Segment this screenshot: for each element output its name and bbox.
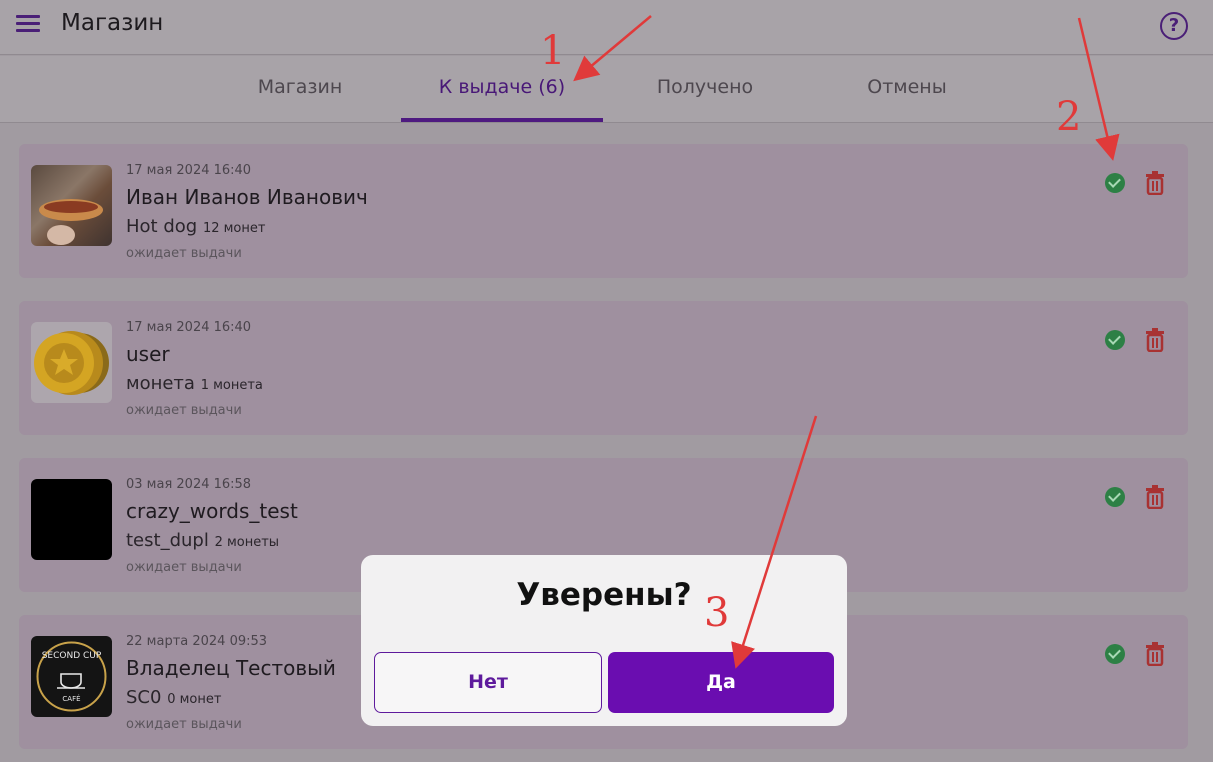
order-date: 22 марта 2024 09:53 — [126, 634, 268, 649]
confirm-check-icon[interactable] — [1105, 173, 1125, 193]
hamburger-menu-icon[interactable] — [16, 15, 40, 35]
product-price: 12 монет — [202, 221, 266, 236]
customer-name: Иван Иванов Иванович — [126, 185, 368, 209]
customer-name: Владелец Тестовый — [126, 656, 336, 680]
cancel-button[interactable]: Нет — [374, 652, 602, 713]
second-cup-logo: SECOND CUP CAFÉ — [31, 636, 112, 717]
product-price: 1 монета — [200, 378, 263, 393]
product-name: SC0 — [126, 687, 162, 708]
order-status: ожидает выдачи — [126, 717, 242, 732]
dialog-title: Уверены? — [516, 577, 692, 613]
customer-name: user — [126, 342, 170, 366]
product-name: монета — [126, 373, 195, 394]
annotation-number-2: 2 — [1056, 94, 1082, 140]
confirm-check-icon[interactable] — [1105, 487, 1125, 507]
page-title: Магазин — [61, 10, 164, 36]
order-status: ожидает выдачи — [126, 246, 242, 261]
active-tab-indicator — [401, 118, 603, 122]
order-status: ожидает выдачи — [126, 403, 242, 418]
order-card: 17 мая 2024 16:40 Иван Иванов Иванович H… — [19, 144, 1188, 278]
product-name: Hot dog — [126, 216, 198, 237]
tab-bar: Магазин К выдаче (6) Получено Отмены — [0, 56, 1213, 123]
confirm-dialog: Уверены? Нет Да — [361, 555, 847, 726]
product-line: SC0 0 монет — [126, 687, 221, 708]
product-name: test_dupl — [126, 530, 209, 551]
order-date: 03 мая 2024 16:58 — [126, 477, 252, 492]
confirm-button[interactable]: Да — [608, 652, 834, 713]
question-circle-icon[interactable]: ? — [1160, 12, 1188, 40]
confirm-check-icon[interactable] — [1105, 330, 1125, 350]
top-app-bar: Магазин ? — [0, 0, 1213, 55]
trash-icon[interactable] — [1145, 328, 1165, 353]
tab-cancelled[interactable]: Отмены — [850, 76, 964, 98]
order-status: ожидает выдачи — [126, 560, 242, 575]
order-card: 17 мая 2024 16:40 user монета 1 монета о… — [19, 301, 1188, 435]
product-image-hot-dog — [31, 165, 112, 246]
tab-to-issue[interactable]: К выдаче (6) — [401, 76, 603, 98]
confirm-check-icon[interactable] — [1105, 644, 1125, 664]
product-price: 0 монет — [167, 692, 222, 707]
trash-icon[interactable] — [1145, 171, 1165, 196]
trash-icon[interactable] — [1145, 642, 1165, 667]
trash-icon[interactable] — [1145, 485, 1165, 510]
product-line: test_dupl 2 монеты — [126, 530, 279, 551]
customer-name: crazy_words_test — [126, 499, 298, 523]
product-line: монета 1 монета — [126, 373, 263, 394]
product-image-placeholder — [31, 479, 112, 560]
product-line: Hot dog 12 монет — [126, 216, 265, 237]
order-date: 17 мая 2024 16:40 — [126, 163, 252, 178]
tab-received[interactable]: Получено — [640, 76, 770, 98]
logo-text-top: SECOND CUP — [42, 651, 102, 661]
logo-text-bottom: CAFÉ — [62, 694, 80, 703]
tab-shop[interactable]: Магазин — [243, 76, 357, 98]
annotation-number-1: 1 — [540, 28, 566, 74]
order-date: 17 мая 2024 16:40 — [126, 320, 252, 335]
product-price: 2 монеты — [214, 535, 280, 550]
product-image-coin — [31, 322, 112, 403]
annotation-number-3: 3 — [704, 590, 730, 636]
